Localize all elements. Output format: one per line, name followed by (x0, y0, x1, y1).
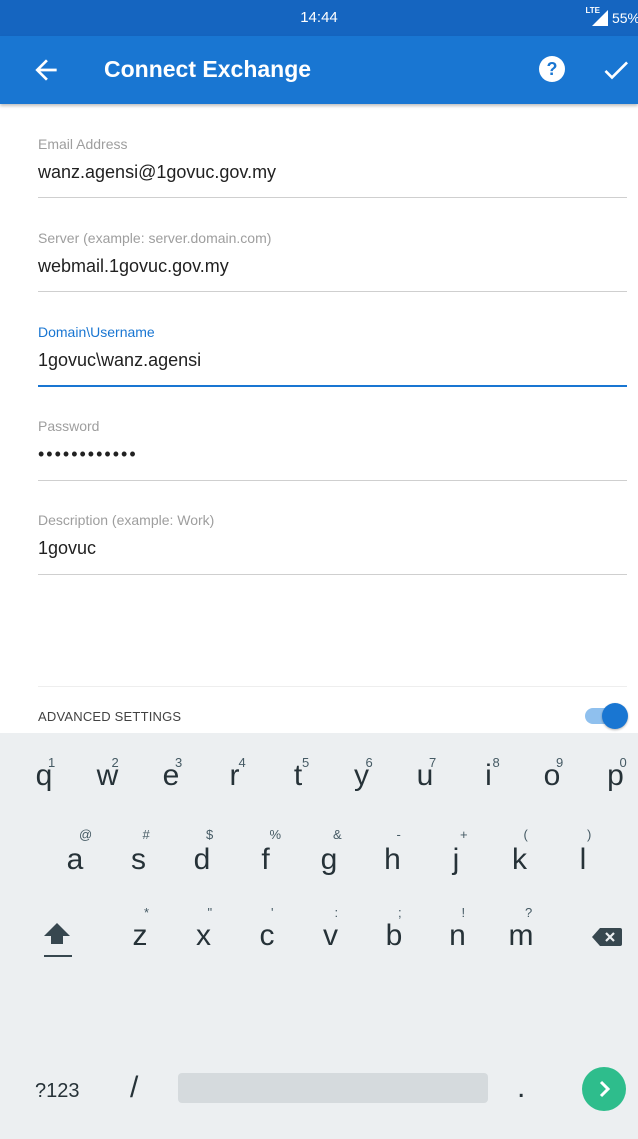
username-input[interactable]: 1govuc\wanz.agensi (38, 350, 627, 371)
server-input[interactable]: webmail.1govuc.gov.my (38, 256, 627, 277)
shift-icon-stem (51, 936, 63, 944)
key-label: w (96, 759, 119, 792)
description-underline (38, 574, 627, 575)
password-underline (38, 480, 627, 481)
key-label: q (35, 759, 53, 792)
key-label: o (543, 759, 561, 792)
key-label: x (196, 919, 211, 952)
toggle-thumb[interactable] (602, 703, 628, 729)
soft-keyboard: 1q2w3e4r5t6y7u8i9o0p @ a # s $ d% f & g - h + j(k) l … (0, 733, 638, 1139)
help-icon[interactable]: ? (539, 56, 565, 82)
key-label: i (485, 759, 492, 792)
key-hint: * (144, 905, 150, 920)
advanced-settings-label: ADVANCED SETTINGS (38, 709, 182, 724)
key-label: h (384, 843, 401, 876)
key-label: c (259, 919, 275, 952)
key-hint: % (269, 827, 282, 842)
key-label: m (508, 919, 534, 952)
shift-underline (44, 955, 72, 957)
key-label: v (323, 919, 338, 952)
key-label: r (229, 759, 240, 792)
description-label: Description (example: Work) (38, 512, 215, 528)
server-label: Server (example: server.domain.com) (38, 230, 272, 246)
key-hint: & (333, 827, 342, 842)
email-underline (38, 197, 627, 198)
password-input[interactable]: •••••••••••• (38, 444, 627, 465)
app-bar: Connect Exchange ? (0, 36, 638, 104)
key-label: s (131, 843, 146, 876)
key-label: f (261, 843, 270, 876)
signal-icon (592, 10, 608, 26)
key-label: g (320, 843, 338, 876)
space-key[interactable] (178, 1073, 488, 1103)
key-hint: ' (271, 905, 274, 920)
key-label: y (354, 759, 369, 792)
email-label: Email Address (38, 136, 128, 152)
key-hint: ( (523, 827, 528, 842)
check-icon[interactable] (600, 54, 632, 86)
username-label: Domain\Username (38, 324, 155, 340)
page-title: Connect Exchange (104, 56, 312, 82)
username-field[interactable]: Domain\Username 1govuc\wanz.agensi (38, 324, 627, 387)
key-hint: - (396, 827, 401, 842)
key-label: a (66, 843, 84, 876)
key-hint: ; (398, 905, 402, 920)
status-bar: 14:44 LTE 55% (0, 0, 638, 36)
key-hint: + (460, 827, 468, 842)
key-label: p (607, 759, 624, 792)
key-hint: " (207, 905, 213, 920)
key-label: b (385, 919, 403, 952)
key-label: u (416, 759, 434, 792)
password-field[interactable]: Password •••••••••••• (38, 418, 627, 481)
email-input[interactable]: wanz.agensi@1govuc.gov.my (38, 162, 627, 183)
chevron-right-icon (599, 1080, 611, 1098)
key-label: z (132, 919, 148, 952)
key-hint: @ (79, 827, 93, 842)
back-arrow-icon[interactable] (30, 54, 62, 86)
key-label: l (579, 843, 587, 876)
status-time: 14:44 (300, 9, 338, 26)
slash-key[interactable]: / (130, 1071, 138, 1105)
battery-level: 55% (611, 10, 638, 26)
shift-icon (44, 923, 70, 936)
key-label: e (162, 759, 180, 792)
key-label: k (512, 843, 527, 876)
key-hint: $ (206, 827, 214, 842)
backspace-icon[interactable] (592, 928, 622, 946)
key-hint: ? (525, 905, 533, 920)
email-field[interactable]: Email Address wanz.agensi@1govuc.gov.my (38, 136, 627, 198)
symbols-key[interactable]: ?123 (35, 1080, 80, 1103)
divider (38, 686, 627, 687)
enter-key[interactable] (582, 1067, 626, 1111)
period-key[interactable]: . (517, 1071, 525, 1105)
key-hint: ! (461, 905, 466, 920)
server-field[interactable]: Server (example: server.domain.com) webm… (38, 230, 627, 292)
key-label: n (449, 919, 466, 952)
username-underline (38, 385, 627, 387)
key-label: d (193, 843, 211, 876)
password-label: Password (38, 418, 100, 434)
key-label: j (452, 843, 460, 876)
server-underline (38, 291, 627, 292)
key-hint: : (334, 905, 339, 920)
key-hint: ) (587, 827, 592, 842)
key-hint: # (142, 827, 150, 842)
description-field[interactable]: Description (example: Work) 1govuc (38, 512, 627, 575)
key-label: t (293, 759, 303, 792)
description-input[interactable]: 1govuc (38, 538, 627, 559)
